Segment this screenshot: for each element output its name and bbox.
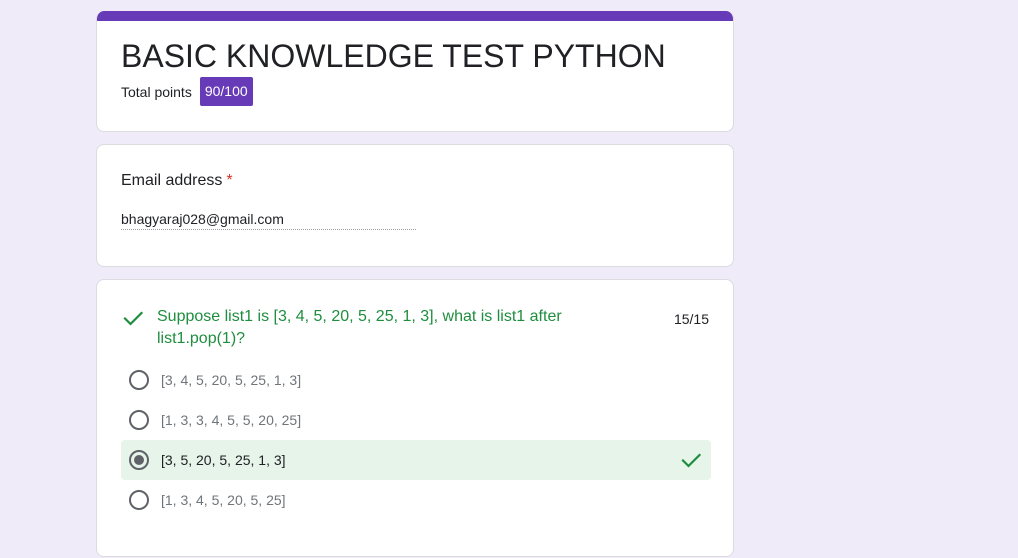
radio-button[interactable]	[129, 490, 149, 510]
email-label: Email address *	[121, 172, 233, 190]
radio-button[interactable]	[129, 370, 149, 390]
question-text: Suppose list1 is [3, 4, 5, 20, 5, 25, 1,…	[157, 308, 562, 347]
form-title: BASIC KNOWLEDGE TEST PYTHON	[121, 38, 666, 74]
header-accent-bar	[97, 11, 733, 21]
correct-check-icon	[681, 453, 702, 468]
option-label: [3, 4, 5, 20, 5, 25, 1, 3]	[161, 372, 302, 388]
email-card: Email address * bhagyaraj028@gmail.com	[96, 144, 734, 267]
question-score: 15/15	[673, 311, 709, 327]
option-3-correct[interactable]: [3, 5, 20, 5, 25, 1, 3]	[121, 440, 711, 480]
required-asterisk: *	[226, 172, 233, 189]
check-icon	[123, 311, 144, 326]
option-label: [1, 3, 4, 5, 20, 5, 25]	[161, 492, 286, 508]
total-points-label: Total points	[121, 83, 192, 100]
form-header-card: BASIC KNOWLEDGE TEST PYTHON Total points…	[96, 11, 734, 132]
option-4[interactable]: [1, 3, 4, 5, 20, 5, 25]	[121, 480, 711, 520]
option-label: [1, 3, 3, 4, 5, 5, 20, 25]	[161, 412, 302, 428]
email-label-text: Email address	[121, 172, 223, 189]
question-header: Suppose list1 is [3, 4, 5, 20, 5, 25, 1,…	[121, 306, 709, 350]
option-label: [3, 5, 20, 5, 25, 1, 3]	[161, 452, 286, 468]
radio-button-selected[interactable]	[129, 450, 149, 470]
question-card: Suppose list1 is [3, 4, 5, 20, 5, 25, 1,…	[96, 279, 734, 557]
total-points-row: Total points 90/100	[121, 77, 253, 106]
option-1[interactable]: [3, 4, 5, 20, 5, 25, 1, 3]	[121, 360, 711, 400]
email-field: bhagyaraj028@gmail.com	[121, 211, 416, 230]
radio-button[interactable]	[129, 410, 149, 430]
option-2[interactable]: [1, 3, 3, 4, 5, 5, 20, 25]	[121, 400, 711, 440]
total-points-badge: 90/100	[199, 77, 253, 106]
